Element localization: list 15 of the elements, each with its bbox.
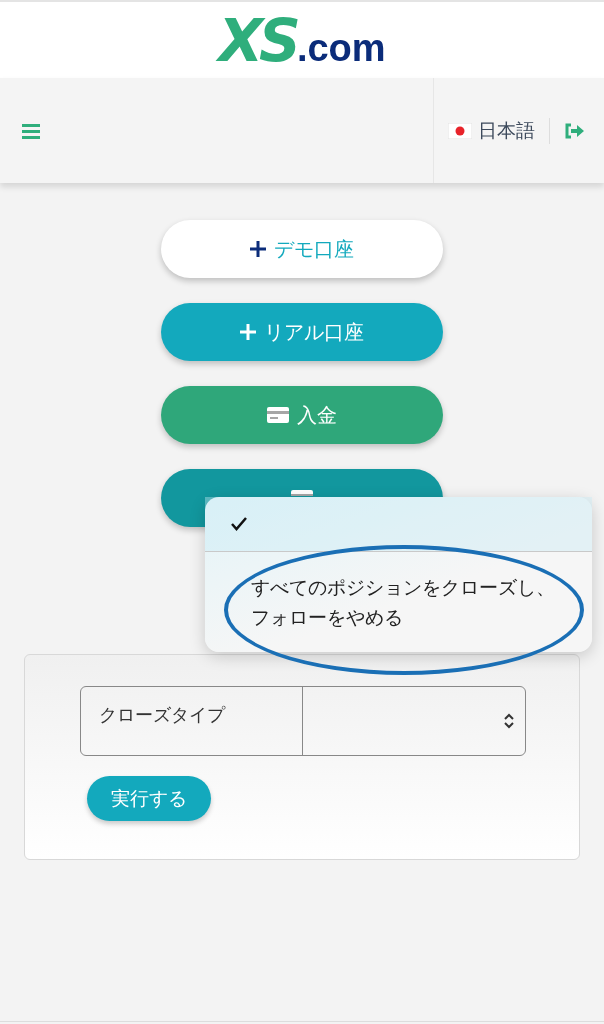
flag-icon [448,122,472,139]
card-icon [291,490,313,496]
plus-icon [250,241,266,257]
action-button[interactable]: 入金 [161,386,443,444]
submit-button[interactable]: 実行する [87,776,211,821]
menu-option[interactable] [205,497,592,551]
logo: XS.com [218,12,386,77]
card-icon [267,407,289,423]
plus-icon [240,324,256,340]
check-icon [231,517,247,531]
menu-icon[interactable] [22,122,40,139]
action-button[interactable]: デモ口座 [161,220,443,278]
language-selector[interactable]: 日本語 [448,117,550,144]
logout-icon[interactable] [564,122,584,139]
action-button[interactable]: リアル口座 [161,303,443,361]
